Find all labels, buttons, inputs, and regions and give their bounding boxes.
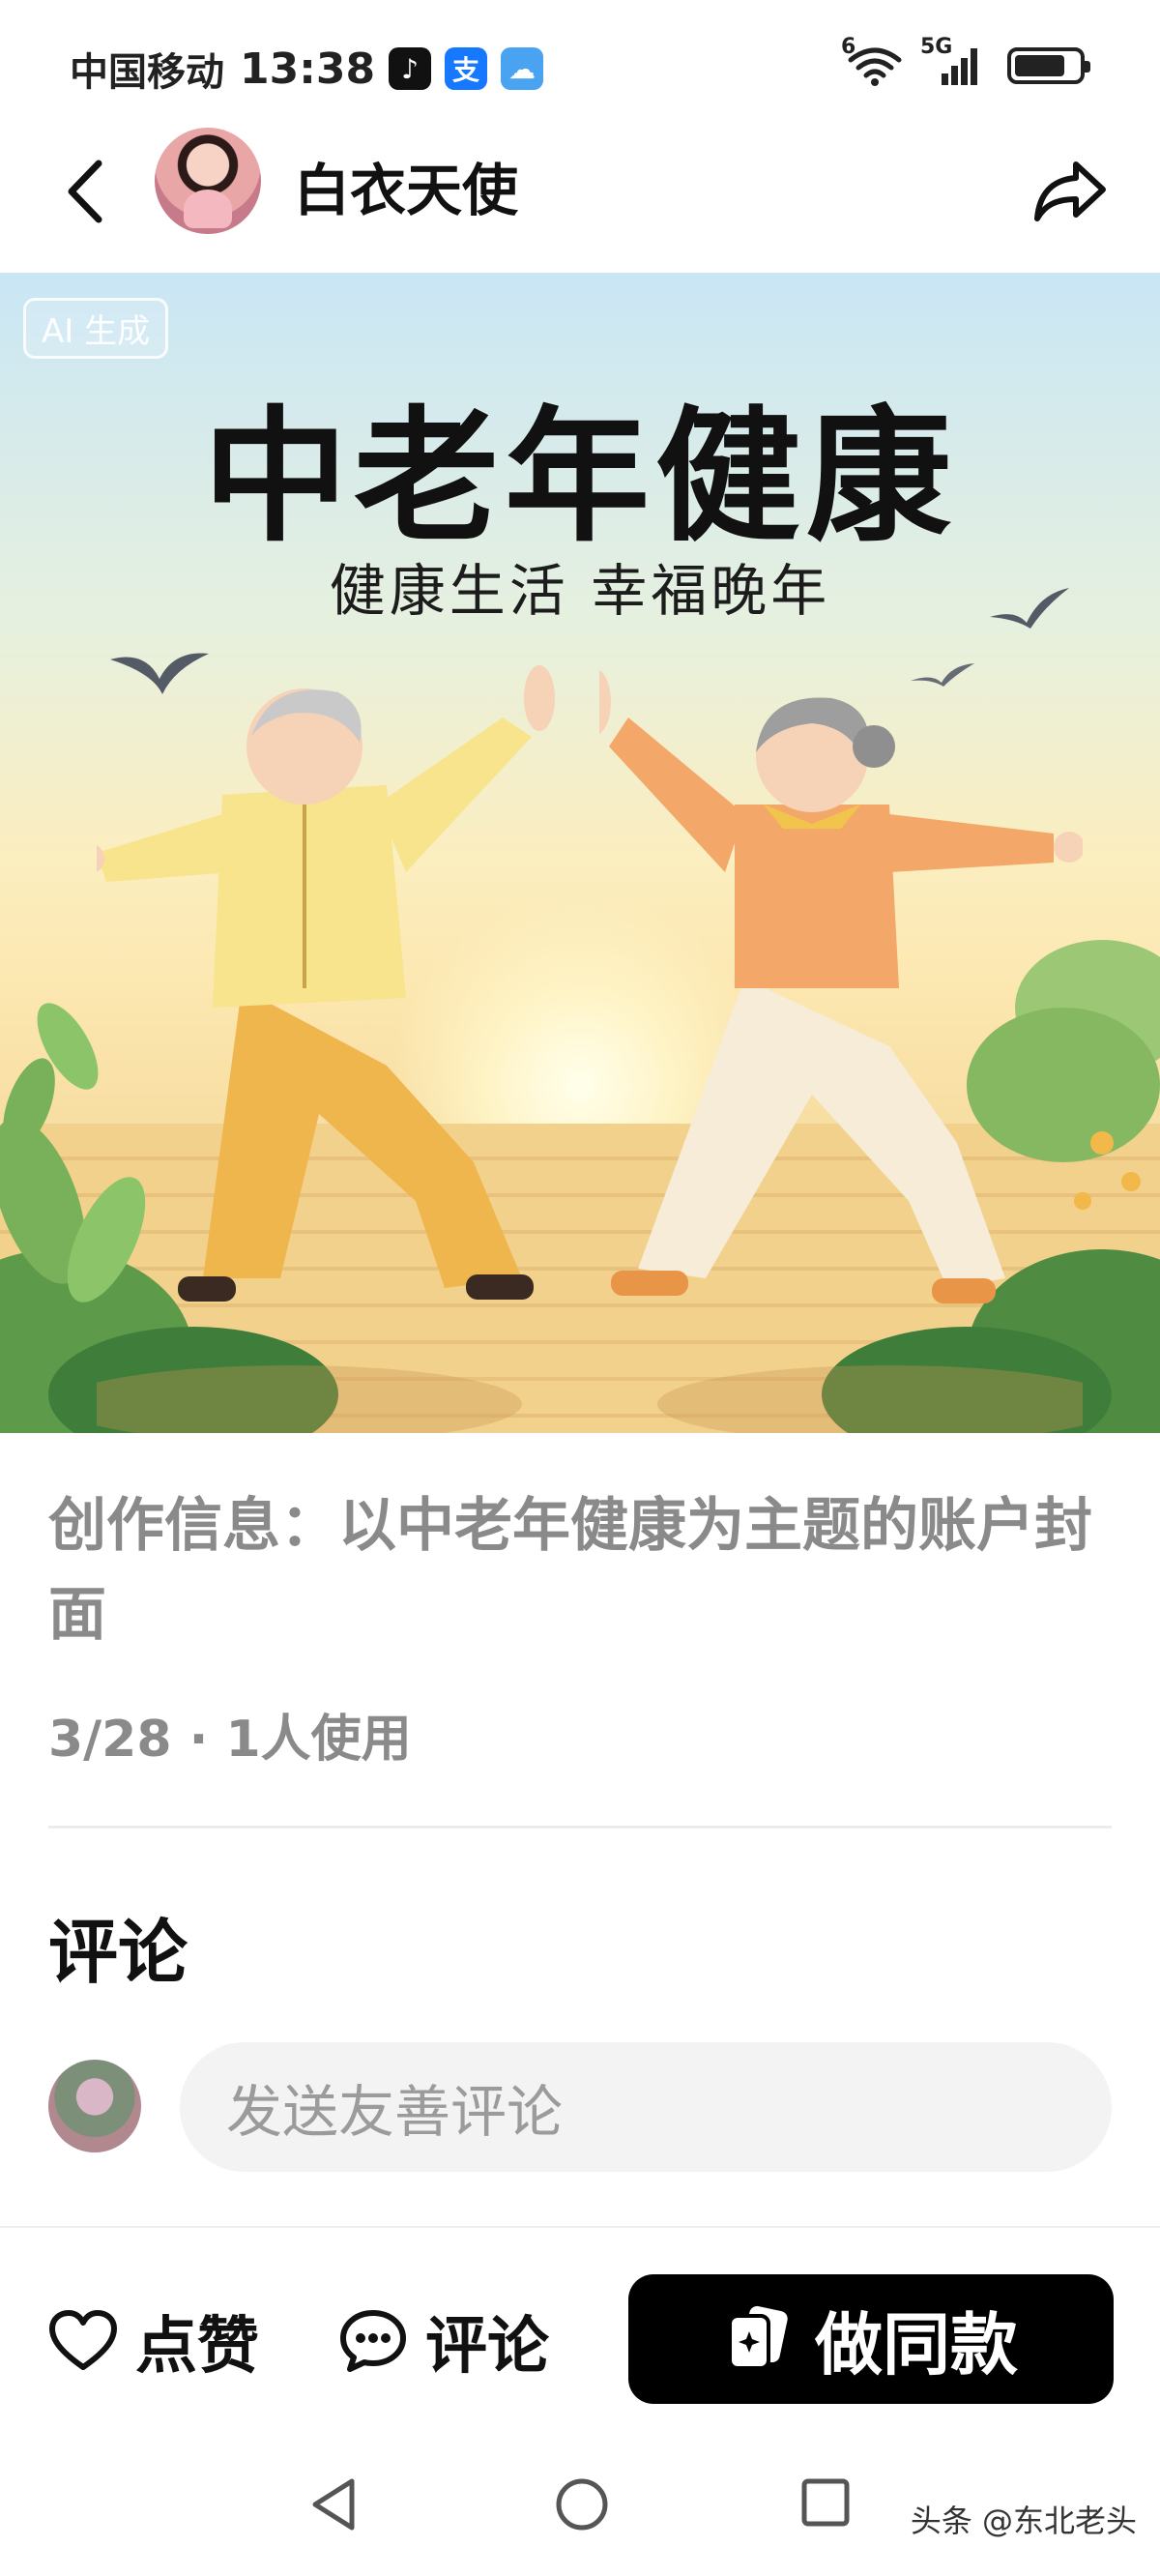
author-avatar[interactable] [155, 128, 261, 234]
network-type: 5G [920, 35, 953, 59]
circle-home-icon [556, 2478, 608, 2531]
share-button[interactable] [1027, 147, 1114, 234]
watermark-text: 头条 @东北老头 [910, 2503, 1137, 2539]
nav-recents-button[interactable] [798, 2475, 853, 2533]
share-icon [1034, 161, 1106, 221]
cover-title: 中老年健康 [202, 392, 957, 562]
action-bar-divider [0, 2226, 1160, 2228]
nav-home-button[interactable] [553, 2475, 611, 2537]
creation-info-text: 创作信息：以中老年健康为主题的账户封面 [48, 1492, 1092, 1649]
like-label: 点赞 [135, 2311, 259, 2383]
author-name[interactable]: 白衣天使 [294, 145, 518, 226]
clock: 13:38 [240, 44, 376, 94]
carrier-label: 中国移动 [70, 50, 224, 95]
wifi-icon: 6 [841, 35, 903, 87]
heart-icon [49, 2310, 117, 2370]
elderly-man-figure [97, 665, 555, 1433]
square-recents-icon [801, 2478, 850, 2527]
triangle-back-icon [312, 2478, 355, 2531]
comments-heading: 评论 [48, 1912, 188, 1993]
current-user-avatar [48, 2060, 141, 2152]
cover-image[interactable]: AI 生成 中老年健康 健康生活 幸福晚年 [0, 273, 1160, 1433]
alipay-icon: 支 [445, 47, 488, 90]
cellular-signal-icon: 5G [920, 35, 986, 87]
comment-button[interactable]: 评论 [338, 2297, 549, 2386]
elderly-woman-figure [599, 670, 1083, 1433]
section-divider [48, 1826, 1112, 1829]
chevron-left-icon [68, 160, 102, 223]
cover-subtitle: 健康生活 幸福晚年 [329, 558, 831, 624]
comment-bubble-icon [340, 2310, 406, 2372]
header: 白衣天使 [0, 126, 1160, 271]
make-same-button[interactable]: 做同款 [628, 2274, 1114, 2404]
back-button[interactable] [46, 153, 124, 230]
make-same-label: 做同款 [815, 2304, 1018, 2385]
usage-meta: 3/28 · 1人使用 [48, 1711, 412, 1769]
tiktok-icon: ♪ [389, 47, 432, 90]
comment-label: 评论 [425, 2311, 549, 2383]
system-nav-bar: 头条 @东北老头 [0, 2456, 1160, 2576]
status-bar: 中国移动 13:38 ♪ 支 ☁ 6 5G [0, 0, 1160, 135]
comment-input[interactable]: 发送友善评论 [180, 2042, 1112, 2172]
nav-back-button[interactable] [307, 2475, 362, 2537]
ai-generated-badge: AI 生成 [23, 298, 169, 359]
weather-icon: ☁ [501, 47, 544, 90]
cards-sparkle-icon [728, 2305, 788, 2370]
battery-icon [1007, 47, 1090, 84]
comment-input-placeholder: 发送友善评论 [226, 2079, 564, 2145]
wifi-label: 6 [841, 35, 856, 59]
like-button[interactable]: 点赞 [48, 2297, 259, 2386]
